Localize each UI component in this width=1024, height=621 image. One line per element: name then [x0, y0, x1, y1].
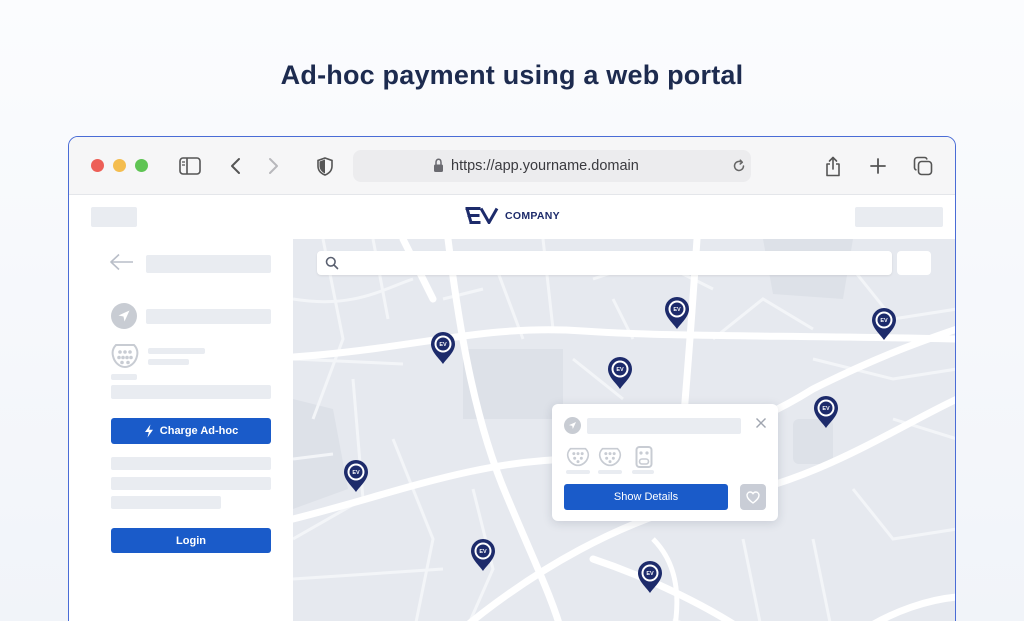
charging-station-pin-icon[interactable]: EV [871, 307, 897, 341]
reload-icon[interactable] [732, 159, 746, 178]
pin-label: EV [822, 406, 830, 412]
back-icon[interactable] [224, 154, 248, 178]
charging-station-pin-icon[interactable]: EV [430, 331, 456, 365]
url-text: https://app.yourname.domain [451, 158, 639, 174]
pin-label: EV [439, 342, 447, 348]
map-view[interactable]: EV EV EV EV EV EV EV EV Show Details [293, 239, 955, 621]
show-details-button[interactable]: Show Details [564, 484, 728, 510]
arrow-left-icon[interactable] [109, 253, 135, 276]
connector-type2-icon[interactable] [598, 447, 622, 472]
share-icon[interactable] [821, 154, 845, 178]
lock-icon [433, 158, 444, 178]
title-placeholder [146, 255, 271, 273]
connector-line-placeholder [148, 348, 205, 354]
charging-station-pin-icon[interactable]: EV [664, 296, 690, 330]
charging-station-pin-icon[interactable]: EV [470, 538, 496, 572]
connector-label-placeholder [632, 470, 654, 474]
connector-label-placeholder [566, 470, 590, 474]
connector-line-placeholder [111, 374, 137, 380]
favorite-button[interactable] [740, 484, 766, 510]
address-placeholder [146, 309, 271, 324]
connector-ccs-icon[interactable] [635, 446, 653, 473]
info-placeholder [111, 385, 271, 399]
navigation-arrow-icon [564, 417, 581, 434]
pin-label: EV [352, 470, 360, 476]
charging-station-pin-icon[interactable]: EV [813, 395, 839, 429]
heart-icon [746, 490, 760, 504]
header-left-placeholder [91, 207, 137, 227]
ev-company-logo: COMPANY [465, 207, 560, 224]
map-filter-button[interactable] [897, 251, 931, 275]
map-search-input[interactable] [317, 251, 892, 275]
login-button[interactable]: Login [111, 528, 271, 553]
ev-logo-mark-icon [465, 207, 499, 224]
pin-label: EV [673, 307, 681, 313]
charging-station-pin-icon[interactable]: EV [637, 560, 663, 594]
login-label: Login [176, 534, 206, 547]
pin-label: EV [880, 318, 888, 324]
close-icon[interactable] [755, 416, 767, 434]
maximize-window-button[interactable] [135, 159, 148, 172]
connector-type2-icon[interactable] [566, 447, 590, 472]
sidebar-icon[interactable] [178, 154, 202, 178]
connector-label-placeholder [598, 470, 622, 474]
address-bar[interactable]: https://app.yourname.domain [353, 150, 751, 182]
charging-station-pin-icon[interactable]: EV [607, 356, 633, 390]
web-portal-page: COMPANY Charge Ad-hoc Login EV EV EV EV … [69, 195, 955, 621]
pin-label: EV [646, 571, 654, 577]
station-name-placeholder [587, 418, 741, 434]
minimize-window-button[interactable] [113, 159, 126, 172]
search-icon [325, 256, 339, 275]
shield-icon[interactable] [313, 154, 337, 178]
charge-ad-hoc-button[interactable]: Charge Ad-hoc [111, 418, 271, 444]
form-line-placeholder [111, 457, 271, 470]
form-line-placeholder [111, 477, 271, 490]
station-popup: Show Details [552, 404, 778, 521]
browser-window: https://app.yourname.domain COMPANY Char… [68, 136, 956, 621]
close-window-button[interactable] [91, 159, 104, 172]
browser-toolbar: https://app.yourname.domain [69, 137, 955, 195]
forward-icon[interactable] [261, 154, 285, 178]
show-details-label: Show Details [613, 491, 679, 503]
navigation-arrow-icon [111, 303, 137, 329]
sidebar-panel: Charge Ad-hoc Login [69, 239, 293, 621]
form-line-placeholder [111, 496, 221, 509]
page-headline: Ad-hoc payment using a web portal [280, 60, 744, 90]
lightning-icon [144, 424, 153, 438]
pin-label: EV [616, 367, 624, 373]
header-right-placeholder[interactable] [855, 207, 943, 227]
connector-line-placeholder [148, 359, 189, 365]
tabs-icon[interactable] [911, 154, 935, 178]
pin-label: EV [479, 549, 487, 555]
new-tab-icon[interactable] [866, 154, 890, 178]
logo-text: COMPANY [505, 209, 560, 222]
charging-station-pin-icon[interactable]: EV [343, 459, 369, 493]
connector-icon [111, 343, 139, 374]
charge-ad-hoc-label: Charge Ad-hoc [159, 425, 239, 437]
